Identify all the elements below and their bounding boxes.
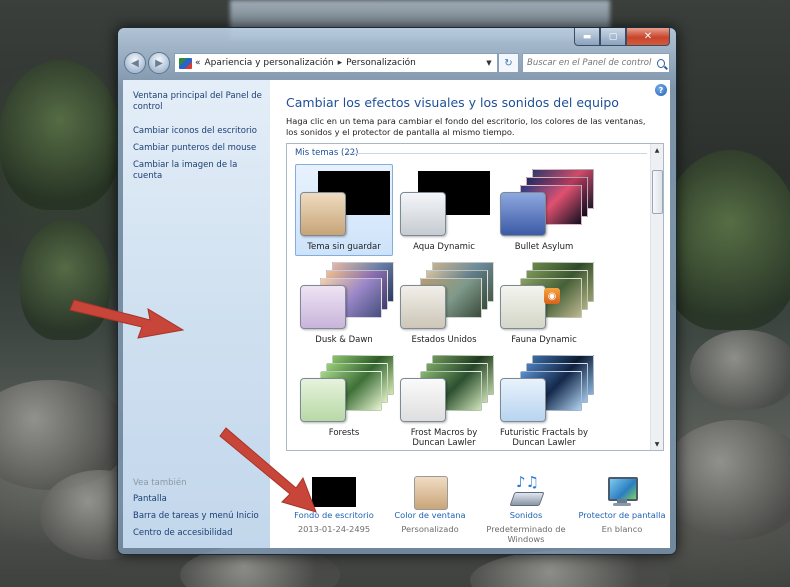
annotation-arrows bbox=[69, 299, 317, 513]
annotation-arrow-left bbox=[69, 299, 185, 339]
annotation-arrow-bottom bbox=[219, 427, 317, 513]
